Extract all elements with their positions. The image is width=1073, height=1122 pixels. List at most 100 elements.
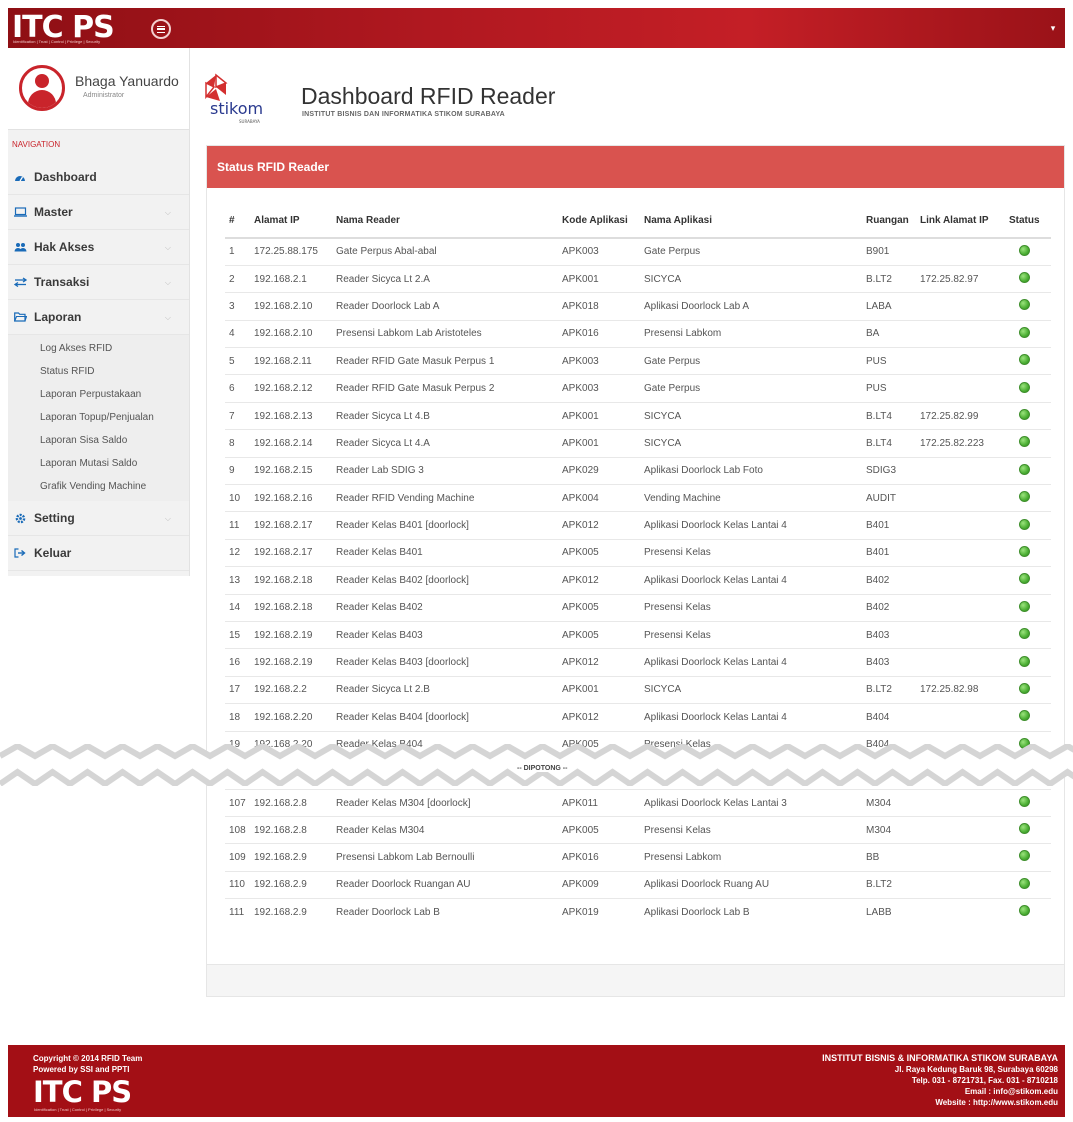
reader-name-cell: Reader Kelas B402 — [332, 593, 558, 622]
ip-address-cell: 192.168.2.18 — [250, 566, 332, 595]
table-row: 110 192.168.2.9 Reader Doorlock Ruangan AU… — [225, 870, 1051, 899]
page-title: Dashboard RFID Reader — [301, 83, 556, 109]
sidebar-item-hak-akses[interactable]: Hak Akses ⌵ — [8, 230, 189, 265]
table-body: 107 192.168.2.8 Reader Kelas M304 [doorloc… — [225, 788, 1051, 926]
sidebar-item-transaksi[interactable]: Transaksi ⌵ — [8, 265, 189, 300]
link-ip-cell[interactable] — [916, 237, 1005, 266]
status-online-icon — [1019, 655, 1030, 667]
table-row: 3 192.168.2.10 Reader Doorlock Lab A APK018… — [225, 292, 1051, 321]
status-cell — [1005, 401, 1051, 430]
app-name-cell: SICYCA — [640, 264, 862, 293]
room-cell: B.LT2 — [862, 675, 916, 704]
app-name-cell: Presensi Kelas — [640, 620, 862, 649]
app-code-cell: APK012 — [558, 648, 640, 677]
link-ip-cell[interactable] — [916, 566, 1005, 595]
reader-name-cell: Reader Doorlock Lab B — [332, 897, 558, 926]
link-ip-cell[interactable]: 172.25.82.223 — [916, 429, 1005, 458]
sidebar-subitem-laporan-mutasi-saldo[interactable]: Laporan Mutasi Saldo — [8, 452, 189, 475]
table-row: 12 192.168.2.17 Reader Kelas B401 APK005 Pre… — [225, 538, 1051, 567]
sidebar-subitem-grafik-vending-machine[interactable]: Grafik Vending Machine — [8, 475, 189, 498]
status-online-icon — [1019, 272, 1030, 284]
sidebar-item-setting[interactable]: Setting ⌵ — [8, 501, 189, 536]
table-header-row: # Alamat IP Nama Reader Kode Aplikasi Na… — [225, 204, 1051, 239]
row-number-cell: 10 — [225, 484, 250, 512]
sidebar-item-label: Hak Akses — [34, 239, 95, 254]
user-role: Administrator — [83, 92, 125, 99]
row-number-cell: 2 — [225, 264, 250, 293]
laporan-submenu: Log Akses RFID Status RFID Laporan Perpu… — [8, 335, 189, 501]
sidebar-item-label: Keluar — [34, 545, 72, 560]
link-ip-cell[interactable] — [916, 620, 1005, 649]
room-cell: B402 — [862, 593, 916, 622]
table-row: 8 192.168.2.14 Reader Sicyca Lt 4.A APK001 S… — [225, 429, 1051, 458]
link-ip-cell[interactable] — [916, 816, 1005, 844]
footer-credits: Copyright © 2014 RFID Team Powered by SS… — [33, 1053, 142, 1075]
row-number-cell: 13 — [225, 566, 250, 595]
status-online-icon — [1019, 381, 1030, 393]
website-link[interactable]: Website : http://www.stikom.edu — [822, 1097, 1058, 1108]
link-ip-cell[interactable] — [916, 538, 1005, 567]
status-panel: Status RFID Reader # Alamat IP Nama Read… — [206, 145, 1065, 997]
sidebar-item-dashboard[interactable]: Dashboard — [8, 160, 189, 195]
sidebar-item-label: Setting — [34, 510, 75, 525]
row-number-cell: 14 — [225, 593, 250, 622]
status-online-icon — [1019, 850, 1030, 862]
link-ip-cell[interactable]: 172.25.82.99 — [916, 401, 1005, 430]
sidebar-subitem-status-rfid[interactable]: Status RFID — [8, 360, 189, 383]
link-ip-cell[interactable] — [916, 870, 1005, 899]
link-ip-cell[interactable] — [916, 319, 1005, 348]
sidebar-item-master[interactable]: Master ⌵ — [8, 195, 189, 230]
app-name-cell: Aplikasi Doorlock Kelas Lantai 4 — [640, 648, 862, 677]
table-row: 11 192.168.2.17 Reader Kelas B401 [doorloc… — [225, 511, 1051, 540]
menu-toggle-button[interactable] — [151, 19, 171, 39]
sidebar-item-laporan[interactable]: Laporan ⌵ — [8, 300, 189, 335]
link-ip-cell[interactable]: 172.25.82.97 — [916, 264, 1005, 293]
column-header: Nama Aplikasi — [640, 204, 862, 239]
gear-icon — [13, 512, 27, 524]
table-body: 1 172.25.88.175 Gate Perpus Abal-abal APK00… — [225, 237, 1051, 759]
link-ip-cell[interactable] — [916, 456, 1005, 485]
table-row: 108 192.168.2.8 Reader Kelas M304 APK005 Pre… — [225, 816, 1051, 844]
app-code-cell: APK003 — [558, 374, 640, 403]
table-row: 109 192.168.2.9 Presensi Labkom Lab Bernou… — [225, 843, 1051, 872]
room-cell: B401 — [862, 511, 916, 540]
link-ip-cell[interactable] — [916, 347, 1005, 375]
reader-name-cell: Reader Sicyca Lt 4.B — [332, 401, 558, 430]
status-online-icon — [1019, 518, 1030, 530]
link-ip-cell[interactable] — [916, 843, 1005, 872]
link-ip-cell[interactable] — [916, 648, 1005, 677]
ip-address-cell: 192.168.2.10 — [250, 292, 332, 321]
link-ip-cell[interactable] — [916, 292, 1005, 321]
ip-address-cell: 192.168.2.8 — [250, 816, 332, 844]
link-ip-cell[interactable] — [916, 897, 1005, 926]
sidebar-subitem-laporan-sisa-saldo[interactable]: Laporan Sisa Saldo — [8, 429, 189, 452]
sidebar-subitem-log-akses-rfid[interactable]: Log Akses RFID — [8, 337, 189, 360]
row-number-cell: 11 — [225, 511, 250, 540]
room-cell: SDIG3 — [862, 456, 916, 485]
app-name-cell: Aplikasi Doorlock Kelas Lantai 4 — [640, 703, 862, 732]
link-ip-cell[interactable] — [916, 788, 1005, 817]
link-ip-cell[interactable]: 172.25.82.98 — [916, 675, 1005, 704]
status-cell — [1005, 264, 1051, 293]
app-code-cell: APK005 — [558, 538, 640, 567]
app-code-cell: APK011 — [558, 788, 640, 817]
sidebar: Bhaga Yanuardo Administrator NAVIGATION … — [8, 48, 190, 576]
sidebar-subitem-laporan-perpustakaan[interactable]: Laporan Perpustakaan — [8, 383, 189, 406]
link-ip-cell[interactable] — [916, 484, 1005, 512]
table-row: 17 192.168.2.2 Reader Sicyca Lt 2.B APK001 S… — [225, 675, 1051, 704]
user-dropdown-caret-icon[interactable]: ▾ — [1047, 23, 1059, 35]
link-ip-cell[interactable] — [916, 593, 1005, 622]
row-number-cell: 6 — [225, 374, 250, 403]
link-ip-cell[interactable] — [916, 511, 1005, 540]
sidebar-subitem-laporan-topup[interactable]: Laporan Topup/Penjualan — [8, 406, 189, 429]
app-code-cell: APK016 — [558, 843, 640, 872]
copyright-text: Copyright © 2014 RFID Team — [33, 1054, 143, 1063]
dashboard-icon — [13, 171, 27, 183]
sidebar-item-keluar[interactable]: Keluar — [8, 536, 189, 571]
table-row: 1 172.25.88.175 Gate Perpus Abal-abal APK00… — [225, 237, 1051, 266]
panel-title: Status RFID Reader — [207, 146, 1064, 188]
ip-address-cell: 192.168.2.10 — [250, 319, 332, 348]
link-ip-cell[interactable] — [916, 703, 1005, 732]
link-ip-cell[interactable] — [916, 374, 1005, 403]
status-online-icon — [1019, 628, 1030, 640]
